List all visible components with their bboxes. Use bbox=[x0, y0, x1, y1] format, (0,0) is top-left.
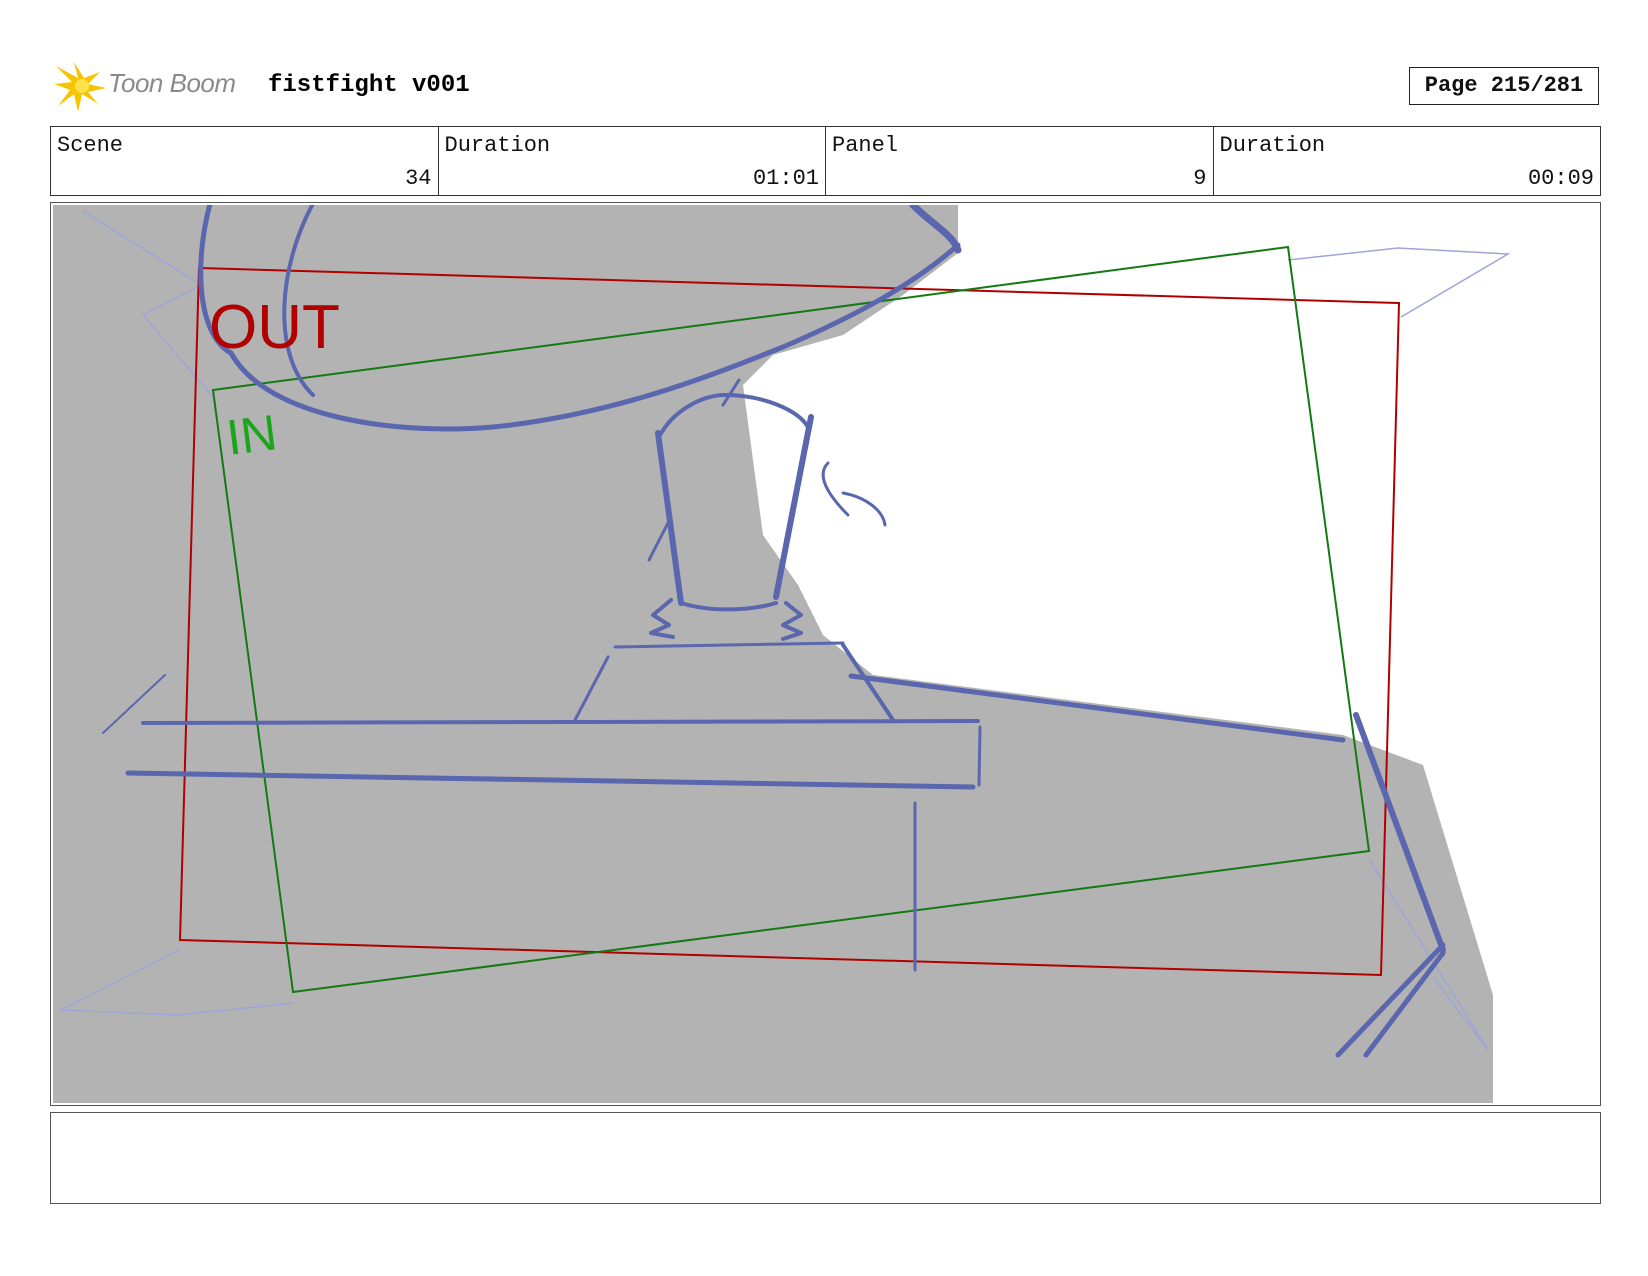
dialog-box bbox=[50, 1112, 1601, 1204]
info-label: Scene bbox=[57, 133, 124, 158]
toon-boom-logo: Toon Boom bbox=[52, 58, 252, 114]
info-cell-panel-duration: Duration 00:09 bbox=[1214, 127, 1601, 195]
page-number: Page 215/281 bbox=[1409, 67, 1599, 105]
in-frame-label: IN bbox=[224, 404, 280, 466]
info-cell-scene-duration: Duration 01:01 bbox=[439, 127, 826, 195]
info-cell-scene: Scene 34 bbox=[51, 127, 439, 195]
starburst-icon bbox=[54, 62, 106, 112]
logo-text: Toon Boom bbox=[108, 68, 236, 98]
info-cell-panel: Panel 9 bbox=[826, 127, 1214, 195]
info-label: Panel bbox=[832, 133, 899, 158]
info-value: 01:01 bbox=[752, 166, 819, 191]
info-label: Duration bbox=[444, 133, 551, 158]
project-title: fistfight v001 bbox=[268, 72, 470, 99]
info-value: 34 bbox=[405, 166, 432, 191]
info-table: Scene 34 Duration 01:01 Panel 9 Duration… bbox=[50, 126, 1601, 196]
storyboard-panel-drawing: OUT IN bbox=[53, 205, 1598, 1103]
info-label: Duration bbox=[1219, 133, 1326, 158]
out-frame-label: OUT bbox=[209, 293, 340, 362]
info-value: 00:09 bbox=[1527, 166, 1594, 191]
info-value: 9 bbox=[1193, 166, 1207, 191]
